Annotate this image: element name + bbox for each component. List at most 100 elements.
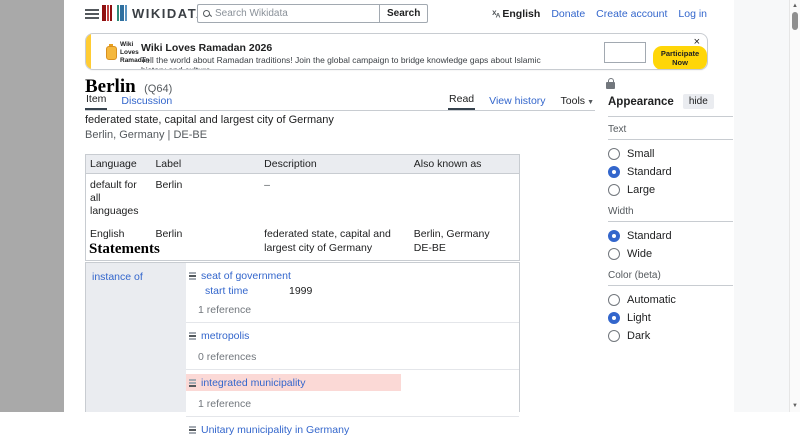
col-also-known-as: Also known as xyxy=(409,154,520,174)
wikidata-wordmark: WIKIDATA xyxy=(132,5,208,21)
claims-list: seat of government start time 1999 1 ref… xyxy=(186,263,519,436)
participate-now-button[interactable]: Participate Now xyxy=(653,46,707,69)
radio-color-light[interactable]: Light xyxy=(608,309,733,327)
cell-description: federated state, capital and largest cit… xyxy=(260,223,410,261)
references-toggle[interactable]: 0 references xyxy=(198,351,519,363)
property-link-instance-of[interactable]: instance of xyxy=(92,271,143,283)
radio-checked-icon xyxy=(608,312,620,324)
statement-value-link[interactable]: seat of government xyxy=(201,270,291,282)
claim-main-row-highlighted: integrated municipality xyxy=(186,374,401,391)
search-icon xyxy=(203,9,211,18)
rank-selector-icon[interactable] xyxy=(189,331,196,340)
tab-discussion[interactable]: Discussion xyxy=(120,95,173,110)
cell-language: default for all languages xyxy=(85,173,152,224)
statement-value-link[interactable]: integrated municipality xyxy=(201,377,305,389)
terms-header-row: Language Label Description Also known as xyxy=(85,154,520,174)
wikidata-logo-bars-icon xyxy=(102,5,127,21)
language-label: English xyxy=(502,8,541,20)
scrollbar-thumb[interactable] xyxy=(792,12,798,30)
radio-label: Wide xyxy=(627,248,653,260)
radio-checked-icon xyxy=(608,230,620,242)
statement-group: instance of seat of government start tim… xyxy=(85,262,520,436)
tab-tools[interactable]: Tools ▼ xyxy=(560,95,595,110)
col-description: Description xyxy=(260,154,410,174)
statement-value-link[interactable]: Unitary municipality in Germany xyxy=(201,424,349,436)
references-toggle[interactable]: 1 reference xyxy=(198,304,519,316)
vertical-scrollbar[interactable]: ▲ ▼ xyxy=(789,0,800,412)
qualifier-property-link[interactable]: start time xyxy=(205,285,289,297)
search-box xyxy=(197,4,379,23)
section-label-color: Color (beta) xyxy=(608,263,733,286)
radio-color-dark[interactable]: Dark xyxy=(608,327,733,345)
qualifier-value: 1999 xyxy=(289,285,313,297)
article-tabs: Item Discussion Read View history Tools ▼ xyxy=(85,93,595,111)
radio-label: Standard xyxy=(627,166,672,178)
cell-aka xyxy=(409,173,520,224)
section-label-width: Width xyxy=(608,199,733,222)
radio-icon xyxy=(608,248,620,260)
tab-item[interactable]: Item xyxy=(85,93,108,110)
statements-heading: Statements xyxy=(89,241,160,257)
radio-text-standard[interactable]: Standard xyxy=(608,163,733,181)
chevron-down-icon: ▼ xyxy=(587,99,594,106)
translate-icon: xA xyxy=(492,8,500,20)
main-menu-icon[interactable] xyxy=(85,9,99,21)
campaign-banner: Wiki Loves Ramadan Wiki Loves Ramadan 20… xyxy=(85,33,708,70)
hide-button[interactable]: hide xyxy=(682,94,714,109)
claim-main-row: seat of government xyxy=(186,267,519,284)
banner-title: Wiki Loves Ramadan 2026 xyxy=(141,42,273,54)
radio-label: Light xyxy=(627,312,651,324)
radio-label: Large xyxy=(627,184,656,196)
radio-width-wide[interactable]: Wide xyxy=(608,245,733,263)
qualifier-row: start time 1999 xyxy=(205,285,519,297)
header-links: xA English Donate Create account Log in xyxy=(492,0,707,28)
window-left-margin xyxy=(0,0,64,412)
radio-icon xyxy=(608,294,620,306)
ramadan-lantern-icon xyxy=(106,44,117,60)
statement-seat-of-government: seat of government start time 1999 1 ref… xyxy=(186,263,519,323)
view-tabs: Read View history Tools ▼ xyxy=(448,93,595,110)
language-selector[interactable]: xA English xyxy=(492,8,540,20)
appearance-title: Appearance xyxy=(608,95,674,108)
close-icon[interactable]: × xyxy=(694,37,700,48)
log-in-link[interactable]: Log in xyxy=(678,8,707,20)
banner-image-placeholder xyxy=(604,42,646,63)
property-cell: instance of xyxy=(86,263,186,412)
references-toggle[interactable]: 1 reference xyxy=(198,398,519,410)
radio-text-small[interactable]: Small xyxy=(608,145,733,163)
statement-unitary-municipality: Unitary municipality in Germany xyxy=(186,417,519,444)
radio-label: Dark xyxy=(627,330,651,342)
page-right-gutter xyxy=(734,0,789,412)
wikidata-logo[interactable]: WIKIDATA xyxy=(102,5,207,21)
rank-selector-icon[interactable] xyxy=(189,378,196,387)
create-account-link[interactable]: Create account xyxy=(596,8,667,20)
tab-read[interactable]: Read xyxy=(448,93,476,110)
statement-value-link[interactable]: metropolis xyxy=(201,330,249,342)
radio-color-automatic[interactable]: Automatic xyxy=(608,291,733,309)
radio-icon xyxy=(608,184,620,196)
claim-main-row: metropolis xyxy=(186,327,519,344)
entity-aliases: Berlin, Germany | DE-BE xyxy=(85,128,208,141)
donate-link[interactable]: Donate xyxy=(551,8,585,20)
search-input[interactable] xyxy=(215,8,374,19)
radio-checked-icon xyxy=(608,166,620,178)
rank-selector-icon[interactable] xyxy=(189,425,196,434)
rank-selector-icon[interactable] xyxy=(189,271,196,280)
radio-width-standard[interactable]: Standard xyxy=(608,227,733,245)
radio-icon xyxy=(608,148,620,160)
search-button[interactable]: Search xyxy=(379,4,429,23)
radio-label: Small xyxy=(627,148,655,160)
entity-description: federated state, capital and largest cit… xyxy=(85,114,334,126)
cell-label: Berlin xyxy=(155,179,183,191)
protection-lock-icon xyxy=(606,78,615,89)
scroll-up-icon[interactable]: ▲ xyxy=(790,1,800,11)
site-header: WIKIDATA Search xA English Donate Create… xyxy=(64,0,734,28)
cell-aka: Berlin, Germany DE-BE xyxy=(409,223,520,261)
search-bar: Search xyxy=(197,4,429,23)
radio-icon xyxy=(608,330,620,342)
radio-text-large[interactable]: Large xyxy=(608,181,733,199)
wikidata-page: WIKIDATA Search xA English Donate Create… xyxy=(64,0,734,436)
tab-view-history[interactable]: View history xyxy=(488,95,546,110)
banner-text: Tell the world about Ramadan traditions!… xyxy=(141,55,541,70)
scroll-down-icon[interactable]: ▼ xyxy=(790,401,800,411)
